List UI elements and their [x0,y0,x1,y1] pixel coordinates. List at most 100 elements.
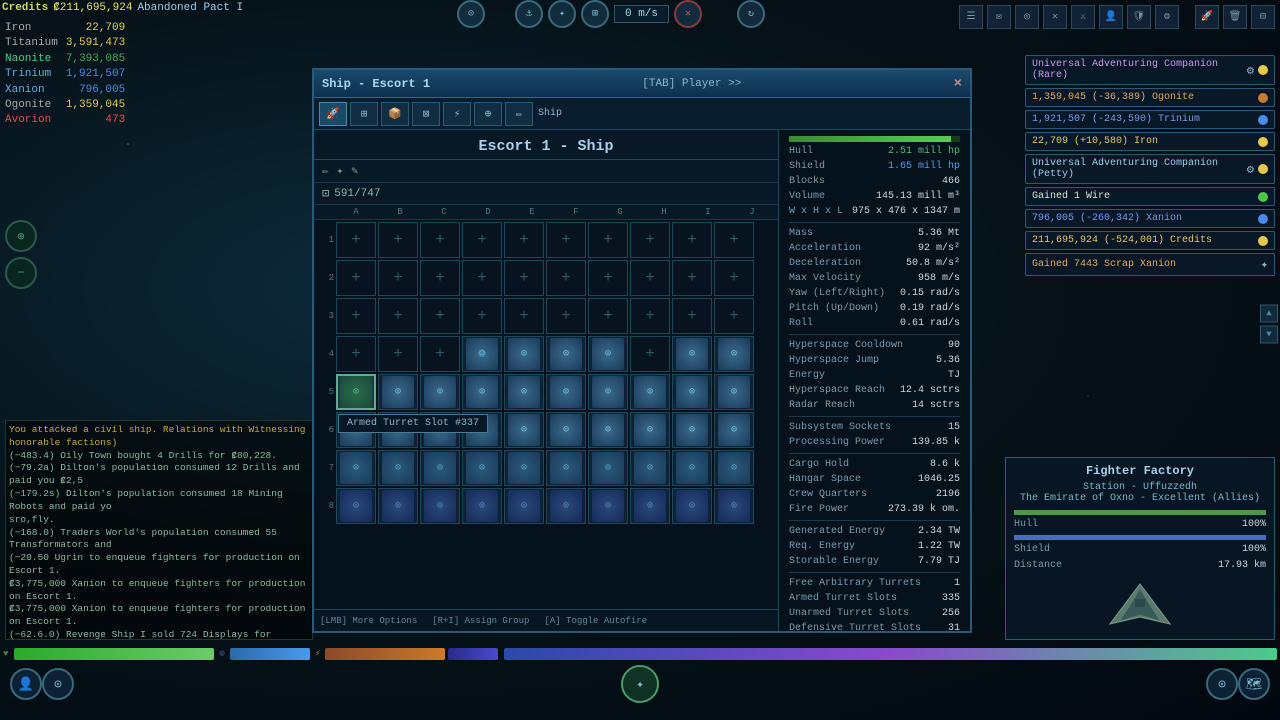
icon-compass[interactable]: ◎ [1015,5,1039,29]
turret-cell[interactable]: ⊙ [462,488,502,524]
icon-sword[interactable]: ⚔ [1071,5,1095,29]
turret-cell[interactable]: + [420,336,460,372]
turret-cell[interactable]: ⊙ [588,488,628,524]
turret-cell[interactable]: + [504,222,544,258]
turret-cell[interactable]: + [378,336,418,372]
turret-cell[interactable]: + [378,260,418,296]
turret-cell[interactable]: ⊙ [462,450,502,486]
hud-icon-close[interactable]: ✕ [674,0,702,28]
turret-cell[interactable]: + [420,260,460,296]
turret-cell[interactable]: + [546,298,586,334]
icon-shield-r[interactable]: 🛡 [1127,5,1151,29]
turret-cell[interactable]: ⊙ [630,488,670,524]
turret-cell[interactable]: ⊙ [588,412,628,448]
edit-icon-pen[interactable]: ✎ [351,164,358,178]
turret-cell[interactable]: + [336,336,376,372]
turret-cell[interactable]: + [672,260,712,296]
turret-cell[interactable]: ⊙ [462,374,502,410]
turret-cell[interactable]: ⊙ [504,336,544,372]
turret-cell[interactable]: ⊙ [546,488,586,524]
right-nav-1[interactable]: ▲ [1260,305,1278,323]
turret-cell[interactable]: ⊙ [714,412,754,448]
turret-cell[interactable]: ⊙ [336,450,376,486]
dialog-close-button[interactable]: × [954,76,962,92]
turret-cell[interactable]: ⊙ [336,488,376,524]
icon-layout[interactable]: ⊟ [1251,5,1275,29]
bottom-icon-4[interactable]: 🗺 [1238,668,1270,700]
hud-icon-1[interactable]: ⚓ [515,0,543,28]
right-nav-2[interactable]: ▼ [1260,326,1278,344]
turret-cell[interactable]: + [462,298,502,334]
turret-cell[interactable]: ⊙ [504,450,544,486]
turret-cell[interactable]: ⊙ [714,450,754,486]
turret-cell[interactable]: + [630,222,670,258]
turret-cell[interactable]: ⊙ [462,336,502,372]
turret-cell[interactable]: ⊙ [588,450,628,486]
turret-cell[interactable]: ⊙ [672,412,712,448]
turret-cell[interactable]: ⊙ [630,374,670,410]
icon-x[interactable]: ✕ [1043,5,1067,29]
edit-icon-star[interactable]: ✦ [337,164,344,178]
turret-cell[interactable]: + [588,298,628,334]
turret-cell[interactable]: ⊙ [588,374,628,410]
turret-cell[interactable]: ⊙ [672,488,712,524]
turret-cell[interactable]: + [714,298,754,334]
turret-cell[interactable]: + [546,222,586,258]
icon-trash[interactable]: 🗑 [1223,5,1247,29]
turret-cell[interactable]: + [336,222,376,258]
bottom-icon-2[interactable]: ⊙ [42,668,74,700]
turret-cell[interactable]: + [504,260,544,296]
toolbar-ship-btn[interactable]: 🚀 [319,102,347,126]
bottom-icon-3[interactable]: ⊙ [1206,668,1238,700]
hud-icon-map[interactable]: ⊙ [457,0,485,28]
turret-cell[interactable]: ⊙ [546,412,586,448]
turret-cell[interactable]: ⊙ [546,374,586,410]
turret-cell[interactable]: + [462,260,502,296]
icon-mail[interactable]: ✉ [987,5,1011,29]
turret-cell[interactable]: + [504,298,544,334]
turret-cell[interactable]: ⊙ [504,488,544,524]
turret-cell[interactable]: ⊙ [420,374,460,410]
turret-cell[interactable]: ⊙ [378,450,418,486]
turret-cell[interactable]: ⊙ [378,374,418,410]
turret-cell[interactable]: + [462,222,502,258]
toolbar-crew-btn[interactable]: ⊕ [474,102,502,126]
toolbar-inventory-btn[interactable]: ⊠ [412,102,440,126]
turret-cell[interactable]: + [630,298,670,334]
icon-person[interactable]: 👤 [1099,5,1123,29]
icon-settings[interactable]: ⚙ [1155,5,1179,29]
turret-cell[interactable]: ⊙ [630,412,670,448]
turret-cell[interactable]: ⊙ [672,336,712,372]
turret-cell[interactable]: ⊙ [504,374,544,410]
turret-cell[interactable]: ⊙ [546,336,586,372]
turret-cell[interactable]: ⊙ [630,450,670,486]
hud-icon-4[interactable]: ↻ [737,0,765,28]
bottom-icon-1[interactable]: 👤 [10,668,42,700]
edit-icon-pencil[interactable]: ✏ [322,164,329,178]
bottom-icon-center[interactable]: ✦ [621,665,659,703]
turret-cell[interactable]: ⊙ [588,336,628,372]
turret-cell-highlighted[interactable]: ⊙ Armed Turret Slot #337 [336,374,376,410]
icon-menu[interactable]: ☰ [959,5,983,29]
toolbar-power-btn[interactable]: ⚡ [443,102,471,126]
hud-icon-3[interactable]: ⊞ [581,0,609,28]
turret-cell[interactable]: ⊙ [378,488,418,524]
left-icon-2[interactable]: − [5,257,37,289]
toolbar-systems-btn[interactable]: ⊞ [350,102,378,126]
turret-cell[interactable]: ⊙ [714,488,754,524]
turret-cell[interactable]: ⊙ [672,450,712,486]
turret-cell[interactable]: ⊙ [546,450,586,486]
turret-cell[interactable]: + [546,260,586,296]
turret-cell[interactable]: + [588,260,628,296]
turret-cell[interactable]: ⊙ [420,488,460,524]
turret-cell[interactable]: + [672,222,712,258]
toolbar-cargo-btn[interactable]: 📦 [381,102,409,126]
turret-cell[interactable]: + [420,298,460,334]
turret-cell[interactable]: ⊙ [714,374,754,410]
turret-cell[interactable]: ⊙ [672,374,712,410]
turret-cell[interactable]: + [714,222,754,258]
turret-cell[interactable]: + [630,336,670,372]
turret-cell[interactable]: ⊙ [420,450,460,486]
hud-icon-2[interactable]: ✦ [548,0,576,28]
turret-cell[interactable]: + [378,222,418,258]
